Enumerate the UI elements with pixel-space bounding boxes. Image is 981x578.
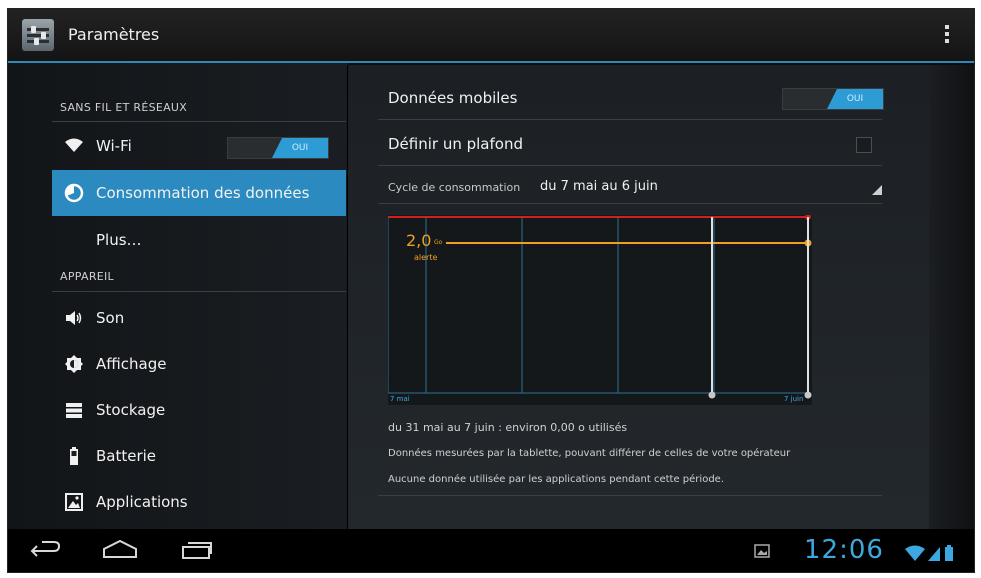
cycle-dropdown[interactable]: du 7 mai au 6 juin (540, 179, 658, 194)
data-usage-icon (64, 183, 84, 203)
sidebar-item-label: Stockage (96, 401, 166, 419)
sidebar-item-sound[interactable]: Son (52, 295, 346, 341)
chart-start-label: 7 mai (390, 395, 410, 403)
chart-end-label: 7 juin (784, 395, 804, 403)
data-usage-panel: Données mobiles OUI Définir un plafond C… (347, 65, 930, 529)
mobile-data-toggle[interactable]: OUI (782, 88, 884, 110)
sidebar-item-label: Consommation des données (96, 184, 310, 202)
warning-unit: Go (434, 239, 443, 246)
mobile-data-label: Données mobiles (388, 89, 518, 107)
sidebar-item-label: Son (96, 309, 125, 327)
wifi-toggle[interactable]: OUI (227, 137, 329, 159)
section-header-device: APPAREIL (60, 270, 114, 283)
tablet-screen: Paramètres SANS FIL ET RÉSEAUX Wi-Fi OUI… (7, 8, 975, 573)
sidebar-item-battery[interactable]: Batterie (52, 433, 346, 479)
overflow-menu-icon[interactable] (944, 25, 950, 45)
warning-value: 2,0 (406, 231, 432, 250)
usage-summary: du 31 mai au 7 juin : environ 0,00 o uti… (388, 421, 628, 434)
divider (52, 121, 346, 122)
home-icon[interactable] (102, 539, 138, 565)
screenshot-notification-icon[interactable] (754, 543, 770, 562)
section-header-wireless: SANS FIL ET RÉSEAUX (60, 101, 188, 114)
set-limit-label: Définir un plafond (388, 135, 523, 153)
navigation-bar: 12:06 (8, 529, 974, 572)
page-title: Paramètres (68, 25, 160, 44)
divider (378, 495, 882, 496)
sidebar-item-storage[interactable]: Stockage (52, 387, 346, 433)
sidebar-item-applications[interactable]: Applications (52, 479, 346, 525)
toggle-on-label: OUI (827, 89, 883, 109)
wifi-icon (64, 136, 84, 156)
speaker-icon (64, 308, 84, 328)
set-limit-checkbox[interactable] (856, 137, 872, 153)
battery-icon (64, 446, 84, 466)
sidebar-item-display[interactable]: Affichage (52, 341, 346, 387)
back-icon[interactable] (28, 539, 62, 565)
divider (378, 119, 882, 120)
sidebar-item-more[interactable]: Plus… (52, 217, 346, 263)
no-app-usage-note: Aucune donnée utilisée par les applicati… (388, 474, 724, 485)
sidebar-item-data-usage[interactable]: Consommation des données (52, 170, 346, 216)
action-bar: Paramètres (8, 9, 974, 63)
status-icons[interactable] (904, 543, 966, 567)
divider (52, 291, 346, 292)
sidebar-item-label: Wi-Fi (96, 137, 132, 155)
measurement-note: Données mesurées par la tablette, pouvan… (388, 448, 791, 459)
settings-sliders-icon[interactable] (22, 19, 54, 51)
sidebar-item-wifi[interactable]: Wi-Fi OUI (52, 123, 346, 169)
brightness-icon (64, 354, 84, 374)
recent-apps-icon[interactable] (180, 539, 214, 565)
side-strip (929, 65, 974, 529)
divider (378, 165, 882, 166)
cycle-label: Cycle de consommation (388, 181, 521, 194)
dropdown-arrow-icon[interactable] (872, 185, 882, 195)
sidebar-item-label: Batterie (96, 447, 157, 465)
divider (378, 203, 882, 204)
sidebar-item-label: Affichage (96, 355, 167, 373)
storage-icon (64, 400, 84, 420)
data-usage-chart[interactable]: 2,0 Go alerte 7 mai 7 juin (387, 214, 812, 405)
status-clock[interactable]: 12:06 (804, 535, 884, 565)
sidebar-item-label: Plus… (96, 231, 142, 249)
sidebar-item-label: Applications (96, 493, 188, 511)
toggle-on-label: OUI (272, 138, 328, 158)
applications-icon (64, 492, 84, 512)
settings-sidebar: SANS FIL ET RÉSEAUX Wi-Fi OUI Consommati… (8, 63, 348, 529)
warning-label: alerte (414, 253, 438, 262)
